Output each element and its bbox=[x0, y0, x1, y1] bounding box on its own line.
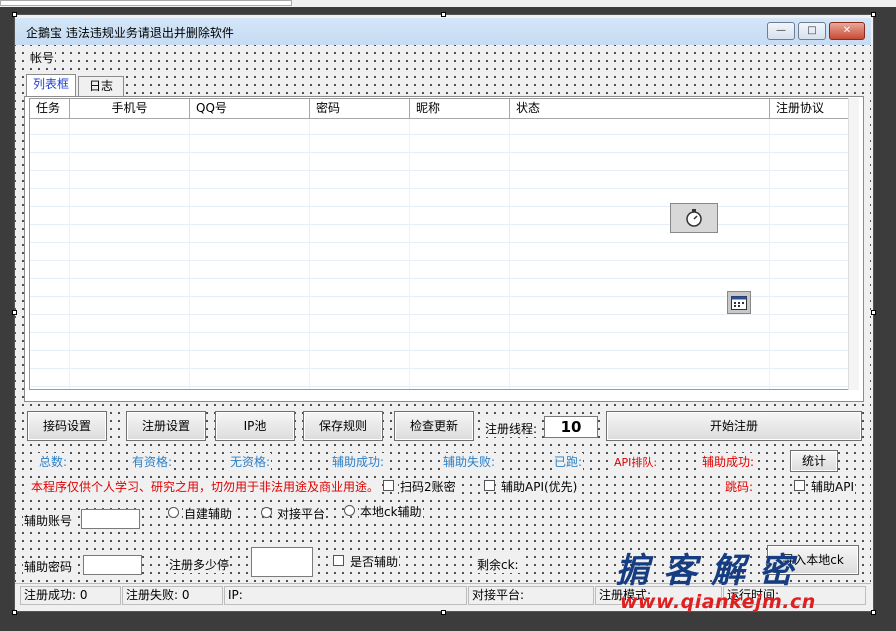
close-icon[interactable]: ✕ bbox=[829, 22, 865, 40]
col-divider bbox=[309, 119, 310, 389]
watermark-url: www.qiankejm.cn bbox=[620, 591, 816, 613]
threads-input[interactable]: 10 bbox=[544, 416, 598, 438]
assist-password-label: 辅助密码 bbox=[23, 558, 74, 575]
menu-account[interactable]: 帐号 bbox=[29, 49, 56, 66]
resize-handle[interactable] bbox=[12, 610, 17, 615]
resize-handle[interactable] bbox=[441, 12, 446, 17]
col-divider bbox=[189, 119, 190, 389]
status-reg-success: 注册成功: 0 bbox=[20, 586, 121, 605]
skip-code-label: 跳码: bbox=[724, 478, 755, 495]
radio-platform[interactable] bbox=[261, 507, 272, 518]
assist-api-priority-label[interactable]: 辅助API(优先) bbox=[500, 478, 579, 495]
save-rules-button[interactable]: 保存规则 bbox=[303, 411, 383, 441]
minimize-icon[interactable]: — bbox=[767, 22, 795, 40]
col-header-password[interactable]: 密码 bbox=[310, 99, 410, 119]
warning-text: 本程序仅供个人学习、研究之用，切勿用于非法用途及商业用途。 bbox=[30, 478, 381, 495]
stat-assist-success-2: 辅助成功: bbox=[701, 453, 756, 470]
stat-assist-fail: 辅助失败: bbox=[442, 453, 497, 470]
col-header-task[interactable]: 任务 bbox=[30, 99, 70, 119]
radio-local-ck[interactable] bbox=[344, 505, 355, 516]
resize-handle[interactable] bbox=[871, 610, 876, 615]
stat-assist-success: 辅助成功: bbox=[331, 453, 386, 470]
ip-pool-button[interactable]: IP池 bbox=[215, 411, 295, 441]
remaining-ck-label: 剩余ck: bbox=[476, 556, 520, 573]
resize-handle[interactable] bbox=[12, 12, 17, 17]
col-header-status[interactable]: 状态 bbox=[510, 99, 770, 119]
check-update-button[interactable]: 检查更新 bbox=[394, 411, 474, 441]
col-divider bbox=[69, 119, 70, 389]
table-scrollbar[interactable] bbox=[848, 98, 859, 390]
radio-platform-label[interactable]: 对接平台 bbox=[276, 505, 327, 522]
scan-2fa-label[interactable]: 扫码2账密 bbox=[399, 478, 457, 495]
col-header-protocol[interactable]: 注册协议 bbox=[770, 99, 849, 119]
resize-handle[interactable] bbox=[12, 310, 17, 315]
radio-self-assist[interactable] bbox=[168, 507, 179, 518]
tab-list[interactable]: 列表框 bbox=[26, 74, 76, 96]
tab-log[interactable]: 日志 bbox=[78, 76, 124, 96]
assist-password-input[interactable] bbox=[83, 555, 142, 575]
resize-handle[interactable] bbox=[871, 310, 876, 315]
start-register-button[interactable]: 开始注册 bbox=[606, 411, 862, 441]
designer-toolbar-box bbox=[0, 0, 292, 6]
col-divider bbox=[769, 119, 770, 389]
assist-account-label: 辅助账号 bbox=[23, 512, 74, 529]
col-divider bbox=[409, 119, 410, 389]
threads-label: 注册线程: bbox=[484, 420, 539, 437]
col-header-nickname[interactable]: 昵称 bbox=[410, 99, 510, 119]
designer-toolbar-strip bbox=[0, 0, 896, 7]
timer-component[interactable] bbox=[670, 203, 718, 233]
register-settings-button[interactable]: 注册设置 bbox=[126, 411, 206, 441]
resize-handle[interactable] bbox=[871, 12, 876, 17]
task-table[interactable]: 任务 手机号 QQ号 密码 昵称 状态 注册协议 bbox=[29, 98, 858, 390]
status-reg-fail: 注册失败: 0 bbox=[122, 586, 223, 605]
assist-api-label[interactable]: 辅助API bbox=[810, 478, 855, 495]
calendar-component[interactable] bbox=[727, 291, 751, 314]
window-title: 企鵝宝 违法违规业务请退出并删除软件 bbox=[26, 26, 234, 40]
radio-local-ck-label[interactable]: 本地ck辅助 bbox=[359, 503, 423, 520]
title-bar: 企鵝宝 违法违规业务请退出并删除软件 — □ ✕ bbox=[15, 18, 871, 45]
stat-unqualified: 无资格: bbox=[229, 453, 272, 470]
calendar-icon bbox=[731, 296, 747, 310]
col-header-qq[interactable]: QQ号 bbox=[190, 99, 310, 119]
stat-total: 总数: bbox=[38, 453, 69, 470]
is-assist-label[interactable]: 是否辅助 bbox=[349, 553, 400, 570]
assist-api-checkbox[interactable] bbox=[794, 480, 805, 491]
stat-api-queue: API排队: bbox=[613, 454, 659, 470]
col-header-phone[interactable]: 手机号 bbox=[70, 99, 190, 119]
stat-qualified: 有资格: bbox=[131, 453, 174, 470]
stat-ran: 已跑: bbox=[553, 453, 584, 470]
stopwatch-icon bbox=[686, 209, 702, 227]
col-divider bbox=[509, 119, 510, 389]
status-ip: IP: bbox=[224, 586, 467, 605]
stats-button[interactable]: 统计 bbox=[790, 450, 838, 472]
assist-account-input[interactable] bbox=[81, 509, 140, 529]
status-platform: 对接平台: bbox=[468, 586, 594, 605]
pause-input[interactable] bbox=[251, 547, 313, 577]
watermark-logo: 掮客解密 bbox=[615, 551, 807, 591]
maximize-icon[interactable]: □ bbox=[798, 22, 826, 40]
pause-label: 注册多少停 bbox=[168, 556, 231, 573]
resize-handle[interactable] bbox=[441, 610, 446, 615]
is-assist-checkbox[interactable] bbox=[333, 555, 344, 566]
assist-api-priority-checkbox[interactable] bbox=[484, 480, 495, 491]
code-settings-button[interactable]: 接码设置 bbox=[27, 411, 107, 441]
radio-self-assist-label[interactable]: 自建辅助 bbox=[183, 505, 234, 522]
scan-2fa-checkbox[interactable] bbox=[383, 480, 394, 491]
